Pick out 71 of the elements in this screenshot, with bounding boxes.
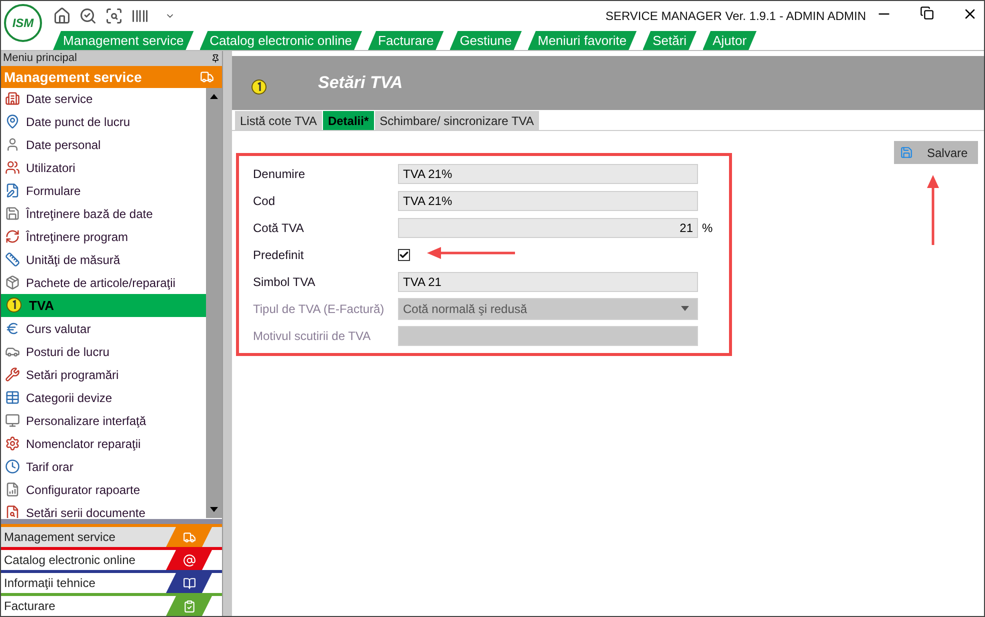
module-item[interactable]: Catalog electronic online xyxy=(1,547,222,570)
euro-icon xyxy=(5,321,20,336)
page-title: Setări TVA xyxy=(318,72,403,94)
menu-item[interactable]: Întreţinere bază de date xyxy=(1,202,206,225)
menu-item[interactable]: TVA xyxy=(1,294,206,317)
tab[interactable]: Detalii* xyxy=(322,111,375,130)
text-field[interactable]: TVA 21 xyxy=(398,272,698,292)
pin-icon[interactable] xyxy=(211,54,220,63)
field-label: Tipul de TVA (E-Factură) xyxy=(253,300,386,318)
menu-item[interactable]: Personalizare interfaţă xyxy=(1,409,206,432)
search-icon[interactable] xyxy=(79,7,97,25)
menu-item[interactable]: Nomenclator reparaţii xyxy=(1,432,206,455)
gear-icon xyxy=(5,436,20,451)
menu-item[interactable]: Setări programări xyxy=(1,363,206,386)
people-icon xyxy=(5,160,20,175)
person-icon xyxy=(5,137,20,152)
truck-icon xyxy=(200,70,214,84)
field-label: Cod xyxy=(253,192,276,210)
package-icon xyxy=(5,275,20,290)
field-label: Simbol TVA xyxy=(253,274,316,290)
text-field[interactable]: TVA 21% xyxy=(398,164,698,184)
module-item[interactable]: Facturare xyxy=(1,593,222,616)
clock-icon xyxy=(5,459,20,474)
restore-icon[interactable] xyxy=(920,6,934,22)
menu-item[interactable]: Tarif orar xyxy=(1,455,206,478)
table-icon xyxy=(5,390,20,405)
menu-item[interactable]: Configurator rapoarte xyxy=(1,478,206,501)
coin-icon xyxy=(5,296,23,314)
menu-item[interactable]: Categorii devize xyxy=(1,386,206,409)
field-label: Denumire xyxy=(253,166,306,182)
menu-item[interactable]: Unităţi de măsură xyxy=(1,248,206,271)
tab[interactable]: Listă cote TVA xyxy=(235,111,323,130)
home-icon[interactable] xyxy=(53,7,71,25)
module-item[interactable]: Management service xyxy=(1,524,222,547)
text-field[interactable]: TVA 21% xyxy=(398,190,698,210)
checkbox[interactable] xyxy=(398,248,410,260)
menu-item[interactable]: Posturi de lucru xyxy=(1,340,206,363)
menu-item[interactable]: Date service xyxy=(1,88,206,110)
module-item[interactable]: Informaţii tehnice xyxy=(1,570,222,593)
menu-item[interactable]: Curs valutar xyxy=(1,317,206,340)
monitor-icon xyxy=(5,413,20,428)
menu-item[interactable]: Întreţinere program xyxy=(1,225,206,248)
annotation-arrow xyxy=(927,175,939,247)
menu-item[interactable]: Formulare xyxy=(1,179,206,202)
scrollbar[interactable] xyxy=(206,88,222,518)
wrench-icon xyxy=(5,367,20,382)
ruler-icon xyxy=(5,252,20,267)
save-button[interactable]: Salvare xyxy=(894,141,978,164)
app-logo: ISM xyxy=(4,4,42,42)
window-title: SERVICE MANAGER Ver. 1.9.1 - ADMIN ADMIN xyxy=(605,8,866,25)
pencil-document-icon xyxy=(5,183,20,198)
tab[interactable]: Schimbare/ sincronizare TVA xyxy=(374,111,540,130)
chart-document-icon xyxy=(5,482,20,497)
menu-item[interactable]: Setări serii documente xyxy=(1,501,206,518)
menu-item[interactable]: Date punct de lucru xyxy=(1,110,206,133)
field-label: Predefinit xyxy=(253,246,305,264)
panel-header: Meniu principal xyxy=(1,51,222,66)
coin-icon xyxy=(250,79,268,97)
refresh-icon xyxy=(5,229,20,244)
menu-item[interactable]: Utilizatori xyxy=(1,156,206,179)
scan-search-icon[interactable] xyxy=(105,7,123,25)
building-icon xyxy=(5,91,20,106)
map-pin-icon xyxy=(5,114,20,129)
barcode-icon[interactable] xyxy=(131,7,149,25)
number-field[interactable]: 21 xyxy=(398,218,698,238)
menu-item[interactable]: Pachete de articole/reparaţii xyxy=(1,271,206,294)
field-label: Cotă TVA xyxy=(253,220,305,236)
unit-label: % xyxy=(702,220,713,236)
menu-item[interactable]: Date personal xyxy=(1,133,206,156)
document-search-icon xyxy=(5,505,20,518)
field-label: Motivul scutirii de TVA xyxy=(253,328,372,344)
